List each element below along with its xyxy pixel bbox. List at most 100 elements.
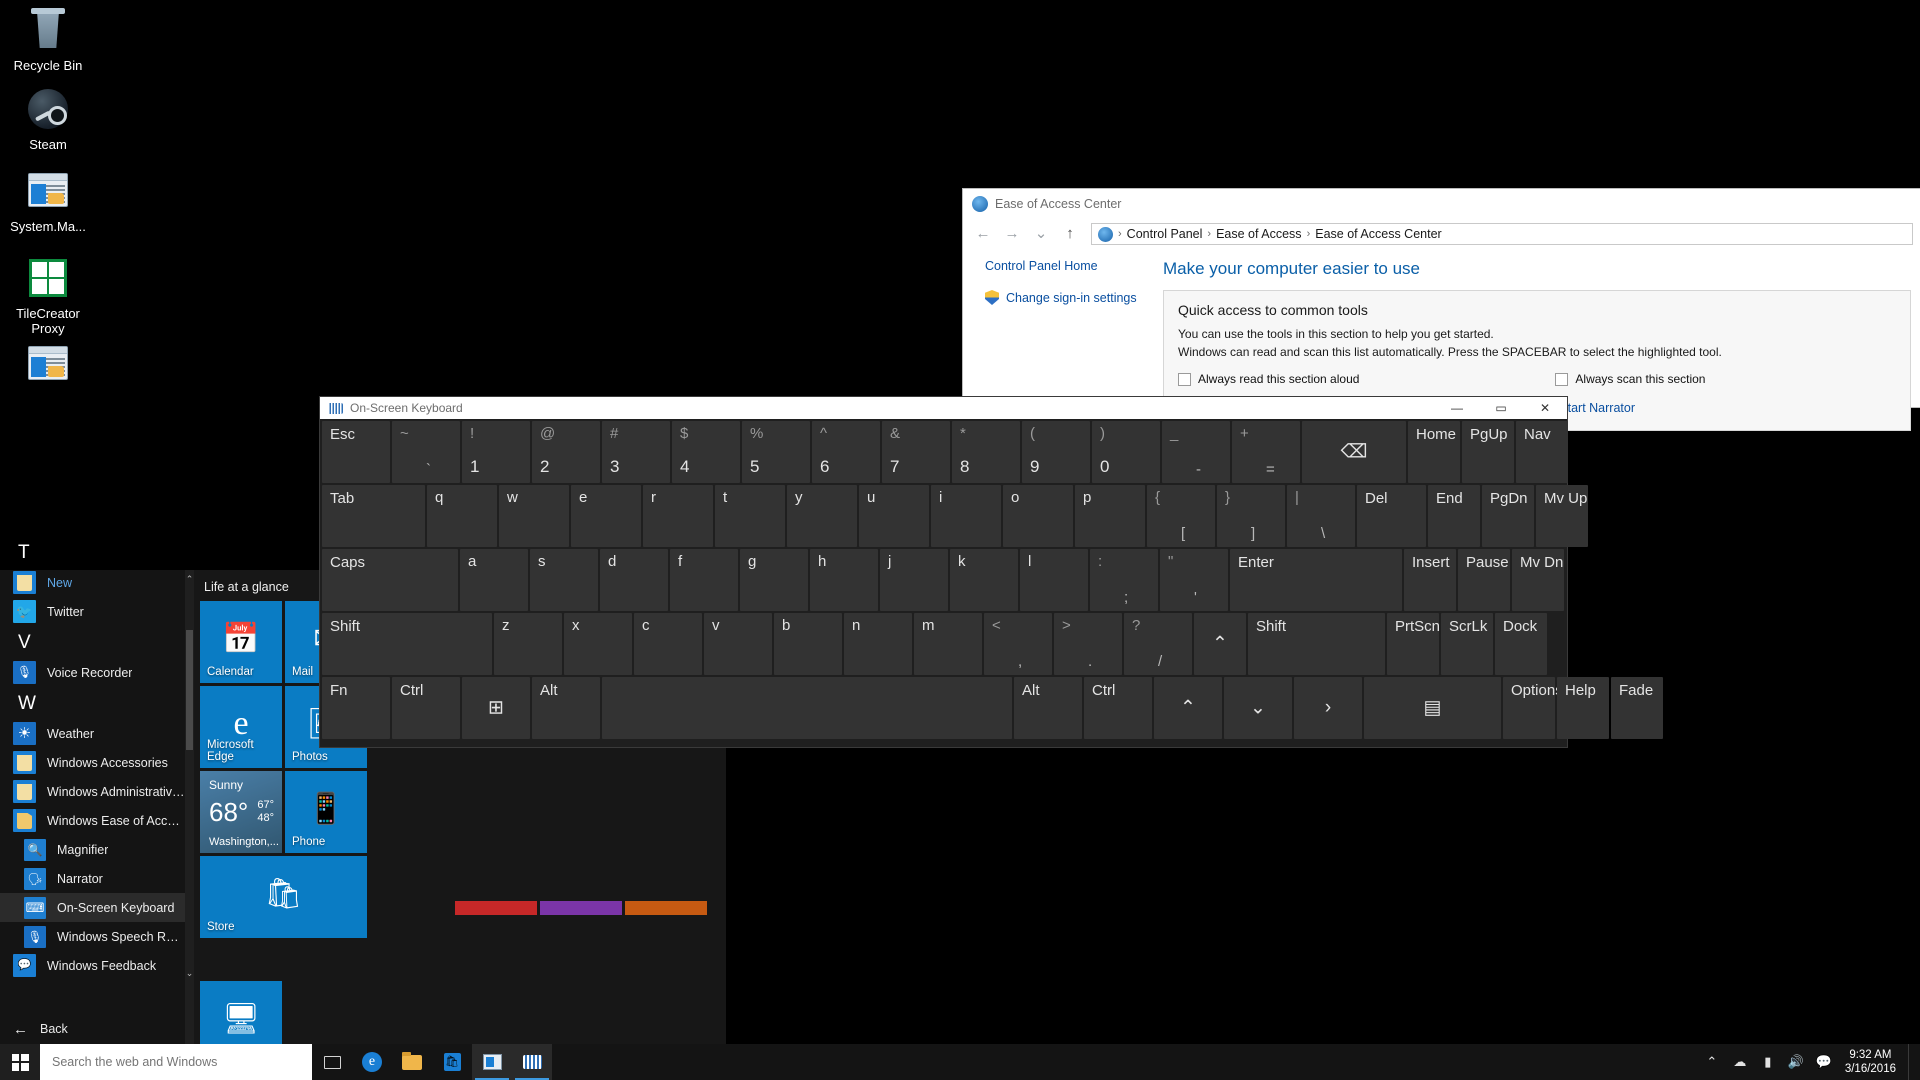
- osk-key-fade[interactable]: Fade: [1611, 677, 1663, 739]
- app-list-item[interactable]: Windows Accessories: [0, 748, 185, 777]
- recent-locations-button[interactable]: ⌄: [1029, 223, 1053, 245]
- osk-key-g[interactable]: g: [740, 549, 808, 611]
- minimize-button[interactable]: —: [1435, 397, 1479, 419]
- osk-key-o[interactable]: o: [1003, 485, 1073, 547]
- osk-key-[interactable]: >.: [1054, 613, 1122, 675]
- osk-key-[interactable]: | \: [1287, 485, 1355, 547]
- osk-key-mv-up[interactable]: Mv Up: [1536, 485, 1588, 547]
- osk-key-z[interactable]: z: [494, 613, 562, 675]
- osk-key-[interactable]: _ -: [1162, 421, 1230, 483]
- osk-key-shift[interactable]: Shift: [1248, 613, 1385, 675]
- osk-key-4[interactable]: $4: [672, 421, 740, 483]
- osk-key-n[interactable]: n: [844, 613, 912, 675]
- osk-key-options[interactable]: Options: [1503, 677, 1563, 739]
- app-list-item[interactable]: New: [0, 568, 185, 597]
- back-button[interactable]: ←: [971, 223, 995, 245]
- osk-key-ctrl[interactable]: Ctrl: [1084, 677, 1152, 739]
- osk-key-end[interactable]: End: [1428, 485, 1480, 547]
- control-panel-home-link[interactable]: Control Panel Home: [985, 259, 1163, 273]
- osk-key-pgdn[interactable]: PgDn: [1482, 485, 1534, 547]
- start-tile[interactable]: 🖥: [200, 981, 282, 1044]
- on-screen-keyboard-window[interactable]: On-Screen Keyboard — ▭ ✕ Esc ~ `! 1 @2 #3 $4% 5…: [319, 396, 1663, 748]
- osk-key-[interactable]: ›: [1294, 677, 1362, 739]
- show-desktop-button[interactable]: [1908, 1044, 1916, 1080]
- osk-key-space[interactable]: [602, 677, 1012, 739]
- osk-key-dock[interactable]: Dock: [1495, 613, 1547, 675]
- network-icon[interactable]: ▮: [1755, 1044, 1781, 1080]
- address-bar[interactable]: › Control Panel › Ease of Access › Ease …: [1091, 223, 1913, 245]
- osk-key-i[interactable]: i: [931, 485, 1001, 547]
- osk-key-r[interactable]: r: [643, 485, 713, 547]
- app-list-item[interactable]: Windows Speech Recogniti...: [0, 922, 185, 951]
- up-button[interactable]: ↑: [1058, 223, 1082, 245]
- clock[interactable]: 9:32 AM 3/16/2016: [1839, 1048, 1906, 1076]
- osk-key-0[interactable]: ) 0: [1092, 421, 1160, 483]
- osk-key-[interactable]: ~ `: [392, 421, 460, 483]
- osk-key-y[interactable]: y: [787, 485, 857, 547]
- volume-icon[interactable]: 🔊: [1783, 1044, 1809, 1080]
- osk-key-[interactable]: :;: [1090, 549, 1158, 611]
- osk-key-insert[interactable]: Insert: [1404, 549, 1456, 611]
- always-scan-section-checkbox[interactable]: Always scan this section: [1555, 372, 1705, 386]
- osk-key-[interactable]: <,: [984, 613, 1052, 675]
- start-button[interactable]: [0, 1044, 40, 1080]
- osk-key-ctrl[interactable]: Ctrl: [392, 677, 460, 739]
- osk-key-[interactable]: }]: [1217, 485, 1285, 547]
- osk-key-[interactable]: ⌫: [1302, 421, 1406, 483]
- desktop-icon-tilecreator-proxy[interactable]: TileCreator Proxy: [0, 254, 96, 336]
- osk-key-m[interactable]: m: [914, 613, 982, 675]
- osk-key-[interactable]: ⌄: [1224, 677, 1292, 739]
- app-list-item[interactable]: Weather: [0, 719, 185, 748]
- osk-key-b[interactable]: b: [774, 613, 842, 675]
- osk-key-c[interactable]: c: [634, 613, 702, 675]
- osk-key-alt[interactable]: Alt: [532, 677, 600, 739]
- close-button[interactable]: ✕: [1523, 397, 1567, 419]
- desktop-icon-recycle-bin[interactable]: Recycle Bin: [0, 6, 96, 73]
- osk-key-scrlk[interactable]: ScrLk: [1441, 613, 1493, 675]
- osk-key-[interactable]: ⌃: [1154, 677, 1222, 739]
- osk-key-shift[interactable]: Shift: [322, 613, 492, 675]
- action-center-icon[interactable]: 💬: [1811, 1044, 1837, 1080]
- breadcrumb-ease-of-access[interactable]: Ease of Access: [1216, 227, 1301, 241]
- ease-of-access-center-window[interactable]: Ease of Access Center ← → ⌄ ↑ › Control …: [962, 188, 1920, 431]
- app-list-item[interactable]: On-Screen Keyboard: [0, 893, 185, 922]
- checkbox-box[interactable]: [1555, 372, 1569, 386]
- start-tile[interactable]: [540, 901, 622, 915]
- osk-key-[interactable]: ▤: [1364, 677, 1501, 739]
- osk-key-[interactable]: ⌃: [1194, 613, 1246, 675]
- start-tile[interactable]: [455, 901, 537, 915]
- start-tile[interactable]: [625, 901, 707, 915]
- show-hidden-icons-icon[interactable]: ⌃: [1699, 1044, 1725, 1080]
- osk-key-8[interactable]: * 8: [952, 421, 1020, 483]
- apps-scrollbar[interactable]: ⌃ ⌄: [185, 570, 194, 1044]
- start-tile[interactable]: 🛍 Store: [200, 856, 367, 938]
- taskbar-on-screen-keyboard-button[interactable]: [512, 1044, 552, 1080]
- osk-key-pause[interactable]: Pause: [1458, 549, 1510, 611]
- app-list-item[interactable]: Twitter: [0, 597, 185, 626]
- app-list-item[interactable]: Narrator: [0, 864, 185, 893]
- breadcrumb-ease-of-access-center[interactable]: Ease of Access Center: [1315, 227, 1441, 241]
- osk-key-9[interactable]: (9: [1022, 421, 1090, 483]
- app-list-item[interactable]: Magnifier: [0, 835, 185, 864]
- weather-tile[interactable]: Sunny 68° 67° 48° Washington,...: [200, 771, 282, 853]
- search-box[interactable]: [40, 1044, 312, 1080]
- app-list-item[interactable]: Windows Ease of Access: [0, 806, 185, 835]
- app-list-item[interactable]: Voice Recorder: [0, 658, 185, 687]
- start-tile[interactable]: 📱 Phone: [285, 771, 367, 853]
- osk-key-alt[interactable]: Alt: [1014, 677, 1082, 739]
- osk-key-caps[interactable]: Caps: [322, 549, 458, 611]
- app-list-item[interactable]: Windows Administrative...: [0, 777, 185, 806]
- osk-key-[interactable]: + =: [1232, 421, 1300, 483]
- osk-key-6[interactable]: ^ 6: [812, 421, 880, 483]
- osk-key-v[interactable]: v: [704, 613, 772, 675]
- osk-key-prtscn[interactable]: PrtScn: [1387, 613, 1440, 675]
- osk-key-d[interactable]: d: [600, 549, 668, 611]
- osk-key-pgup[interactable]: PgUp: [1462, 421, 1514, 483]
- osk-key-fn[interactable]: Fn: [322, 677, 390, 739]
- osk-key-w[interactable]: w: [499, 485, 569, 547]
- osk-key-h[interactable]: h: [810, 549, 878, 611]
- osk-key-[interactable]: ⊞: [462, 677, 530, 739]
- onedrive-icon[interactable]: ☁: [1727, 1044, 1753, 1080]
- osk-key-s[interactable]: s: [530, 549, 598, 611]
- osk-key-l[interactable]: l: [1020, 549, 1088, 611]
